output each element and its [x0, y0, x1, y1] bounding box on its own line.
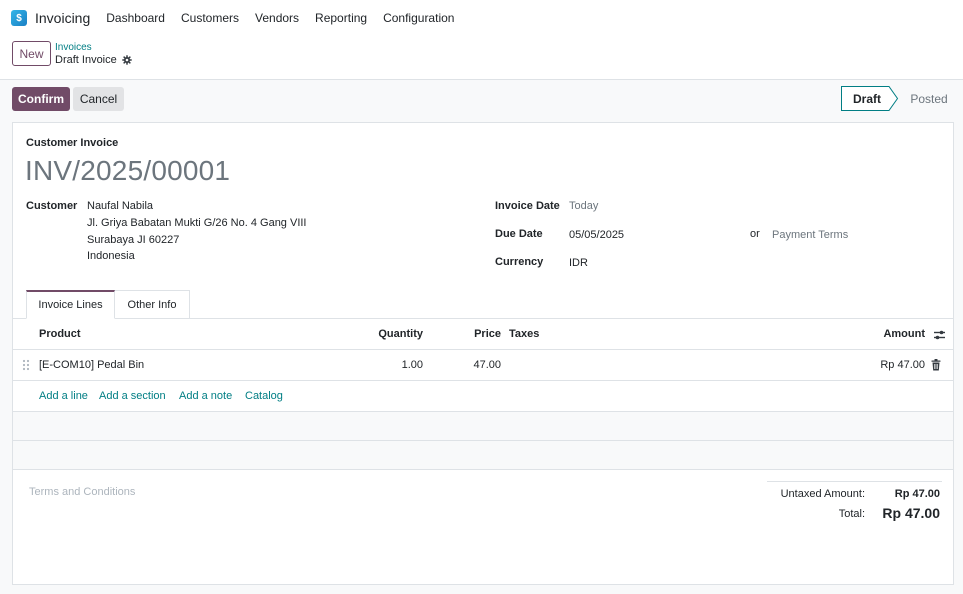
customer-name[interactable]: Naufal Nabila [87, 200, 153, 212]
top-navbar: $ Invoicing Dashboard Customers Vendors … [0, 0, 963, 36]
col-product: Product [39, 328, 81, 340]
currency-field[interactable]: IDR [569, 257, 588, 269]
status-draft[interactable]: Draft [841, 86, 899, 111]
col-quantity: Quantity [378, 328, 423, 340]
tab-invoice-lines[interactable]: Invoice Lines [26, 290, 115, 319]
add-line-link[interactable]: Add a line [39, 390, 88, 402]
column-settings-icon[interactable] [933, 329, 946, 341]
terms-and-conditions-field[interactable]: Terms and Conditions [29, 486, 135, 498]
customer-street: Jl. Griya Babatan Mukti G/26 No. 4 Gang … [87, 217, 307, 229]
invoice-date-label: Invoice Date [495, 200, 560, 212]
invoicing-app-icon[interactable]: $ [11, 10, 29, 28]
or-label: or [750, 228, 760, 240]
drag-handle-icon[interactable] [22, 359, 30, 371]
control-panel: New Invoices Draft Invoice [0, 36, 963, 80]
untaxed-amount-label: Untaxed Amount: [780, 488, 865, 500]
empty-row [13, 441, 953, 469]
customer-city: Surabaya JI 60227 [87, 234, 180, 246]
total-value: Rp 47.00 [882, 505, 940, 521]
due-date-label: Due Date [495, 228, 543, 240]
row-divider [13, 349, 953, 350]
col-amount: Amount [883, 328, 925, 340]
delete-line-icon[interactable] [931, 359, 941, 371]
cancel-button[interactable]: Cancel [73, 87, 124, 111]
nav-dashboard[interactable]: Dashboard [106, 11, 165, 25]
confirm-button[interactable]: Confirm [12, 87, 70, 111]
col-price: Price [474, 328, 501, 340]
totals-divider [767, 481, 942, 482]
nav-configuration[interactable]: Configuration [383, 11, 454, 25]
col-taxes: Taxes [509, 328, 540, 340]
status-draft-label: Draft [852, 91, 881, 106]
status-posted[interactable]: Posted [897, 86, 953, 111]
breadcrumb-invoices[interactable]: Invoices [55, 42, 92, 53]
catalog-link[interactable]: Catalog [245, 390, 283, 402]
currency-label: Currency [495, 256, 544, 268]
empty-row [13, 412, 953, 440]
nav-reporting[interactable]: Reporting [315, 11, 367, 25]
invoice-date-field[interactable]: Today [569, 200, 598, 212]
invoice-number: INV/2025/00001 [25, 155, 231, 186]
gear-icon[interactable] [122, 55, 132, 65]
status-posted-label: Posted [910, 91, 948, 106]
customer-label: Customer [26, 200, 78, 212]
untaxed-amount-value: Rp 47.00 [894, 488, 940, 500]
add-note-link[interactable]: Add a note [179, 390, 232, 402]
invoice-form-sheet: Customer Invoice INV/2025/00001 Customer… [12, 122, 954, 585]
payment-terms-field[interactable]: Payment Terms [772, 229, 848, 241]
status-bar: Draft Posted [841, 86, 953, 111]
breadcrumb-current: Draft Invoice [55, 54, 117, 66]
nav-vendors[interactable]: Vendors [255, 11, 299, 25]
add-section-link[interactable]: Add a section [99, 390, 166, 402]
line-quantity[interactable]: 1.00 [343, 359, 423, 371]
new-button[interactable]: New [12, 41, 51, 66]
tab-divider [13, 318, 953, 319]
due-date-field[interactable]: 05/05/2025 [569, 229, 624, 241]
row-divider [13, 469, 953, 470]
tab-other-info[interactable]: Other Info [115, 290, 190, 319]
row-divider [13, 380, 953, 381]
line-price[interactable]: 47.00 [441, 359, 501, 371]
document-type: Customer Invoice [26, 137, 119, 149]
customer-country: Indonesia [87, 250, 135, 262]
line-amount: Rp 47.00 [880, 359, 925, 371]
nav-customers[interactable]: Customers [181, 11, 239, 25]
line-product[interactable]: [E-COM10] Pedal Bin [39, 359, 144, 371]
app-name[interactable]: Invoicing [35, 10, 90, 26]
